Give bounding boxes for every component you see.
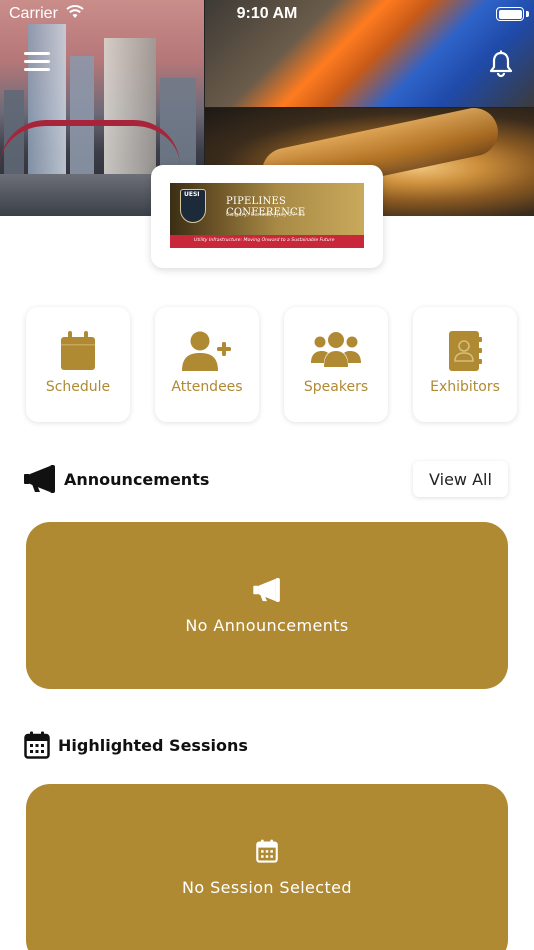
speakers-button[interactable]: Speakers	[284, 307, 388, 422]
hamburger-menu-icon	[24, 52, 50, 55]
exhibitors-button[interactable]: Exhibitors	[413, 307, 517, 422]
notifications-button[interactable]	[488, 50, 514, 78]
user-plus-icon	[182, 331, 231, 371]
logo-subtitle: Calgary, Canada | July 27–31	[226, 212, 306, 218]
calendar-icon	[61, 331, 95, 370]
status-bar: Carrier 9:10 AM	[0, 0, 534, 28]
attendees-label: Attendees	[171, 379, 243, 395]
no-announcements-text: No Announcements	[185, 616, 349, 635]
address-book-icon	[449, 331, 482, 371]
logo-badge: UESI	[184, 191, 200, 198]
logo-tagline: Utility Infrastructure: Moving Onward to…	[194, 238, 335, 243]
announcements-title: Announcements	[64, 469, 210, 489]
megaphone-icon	[253, 578, 280, 602]
battery-icon	[496, 7, 524, 21]
users-icon	[311, 332, 361, 367]
no-session-text: No Session Selected	[182, 878, 352, 897]
calendar-icon	[24, 731, 50, 759]
megaphone-icon	[24, 465, 55, 493]
schedule-label: Schedule	[45, 379, 111, 395]
sessions-header: Highlighted Sessions	[24, 729, 248, 761]
attendees-button[interactable]: Attendees	[155, 307, 259, 422]
exhibitors-label: Exhibitors	[430, 379, 500, 395]
menu-button[interactable]	[24, 52, 50, 72]
conference-logo-card: UESI PIPELINES CONFERENCE Calgary, Canad…	[151, 165, 383, 268]
bell-icon	[489, 50, 513, 78]
speakers-label: Speakers	[303, 379, 369, 395]
conference-logo: UESI PIPELINES CONFERENCE Calgary, Canad…	[170, 183, 364, 248]
announcements-header: Announcements	[24, 463, 209, 495]
calendar-icon	[256, 839, 278, 863]
sessions-empty-card: No Session Selected	[26, 784, 508, 950]
view-all-button[interactable]: View All	[413, 461, 508, 497]
schedule-button[interactable]: Schedule	[26, 307, 130, 422]
clock: 9:10 AM	[236, 5, 298, 22]
sessions-title: Highlighted Sessions	[58, 735, 248, 755]
announcements-empty-card: No Announcements	[26, 522, 508, 689]
